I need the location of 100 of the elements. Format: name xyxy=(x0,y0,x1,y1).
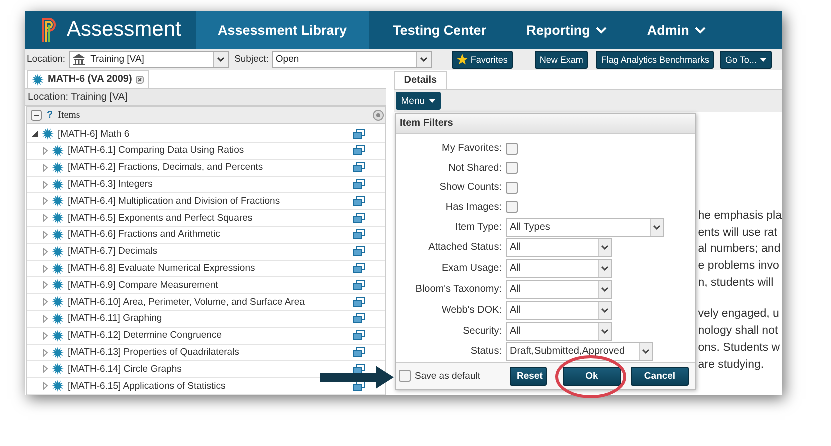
collapsed-triangle-icon[interactable] xyxy=(43,214,48,222)
collapsed-triangle-icon[interactable] xyxy=(43,281,48,290)
burst-icon xyxy=(42,128,54,140)
toolbar-button[interactable]: Go To... xyxy=(720,50,772,68)
tree-item[interactable]: [MATH-6.13] Properties of Quadrilaterals xyxy=(68,347,350,358)
toolbar-button[interactable]: Flag Analytics Benchmarks xyxy=(596,50,714,68)
field-label: Bloom's Taxonomy: xyxy=(414,284,503,296)
checkbox[interactable] xyxy=(506,201,518,213)
collapsed-triangle-icon[interactable] xyxy=(43,365,48,374)
tree-item[interactable]: [MATH-6.11] Graphing xyxy=(68,313,350,324)
tree-item[interactable]: [MATH-6] Math 6 xyxy=(58,128,350,140)
text-line: al numbers; and xyxy=(698,242,782,258)
burst-icon xyxy=(52,246,64,258)
windows-icon xyxy=(353,280,366,291)
location-label: Location: Training [VA] xyxy=(25,89,386,106)
tree-item[interactable]: [MATH-6.4] Multiplication and Division of Fractions xyxy=(68,196,350,207)
settings-icon xyxy=(373,110,384,121)
nav-tab[interactable]: Assessment Library xyxy=(196,11,370,49)
panel-tab[interactable]: Details xyxy=(394,71,448,89)
menu-button[interactable]: Menu xyxy=(396,92,442,110)
collapsed-triangle-icon[interactable] xyxy=(43,230,48,239)
tree-item[interactable]: [MATH-6.15] Applications of Statistics xyxy=(68,380,350,392)
windows-icon xyxy=(353,128,366,140)
burst-icon xyxy=(52,162,64,174)
text-line: e problems invo xyxy=(698,259,780,274)
tree-item[interactable]: [MATH-6.7] Decimals xyxy=(68,246,350,258)
windows-icon xyxy=(353,196,366,207)
dialog-title: Item Filters xyxy=(396,114,695,134)
tree-item[interactable]: [MATH-6.8] Evaluate Numerical Expressions xyxy=(68,263,350,274)
field-label: Webb's DOK: xyxy=(440,304,503,316)
dropdown-field[interactable]: All xyxy=(506,259,612,278)
tree-item[interactable]: [MATH-6.5] Exponents and Perfect Squares xyxy=(68,212,350,224)
collapsed-triangle-icon[interactable] xyxy=(43,146,48,155)
dialog-button[interactable]: Reset xyxy=(510,366,547,386)
field-label: Security: xyxy=(462,326,503,337)
collapse-icon xyxy=(31,110,42,121)
burst-icon xyxy=(32,74,44,86)
text-line: ents will use rat xyxy=(698,226,779,241)
text-line: are studying. xyxy=(698,358,766,372)
toolbar-button[interactable]: New Exam xyxy=(534,50,588,68)
tree-item[interactable]: [MATH-6.10] Area, Perimeter, Volume, and Surface Area xyxy=(68,296,350,308)
burst-icon xyxy=(52,296,64,308)
panel-tab[interactable]: MATH-6 (VA 2009) xyxy=(27,70,150,88)
checkbox[interactable] xyxy=(399,370,411,382)
nav-tab[interactable]: Reporting xyxy=(506,11,628,49)
collapsed-triangle-icon[interactable] xyxy=(43,180,48,189)
windows-icon xyxy=(353,145,366,156)
tree-item[interactable]: [MATH-6.3] Integers xyxy=(68,179,350,190)
dropdown-field[interactable]: Draft,Submitted,Approved xyxy=(506,342,653,362)
windows-icon xyxy=(353,229,366,240)
burst-icon xyxy=(52,228,64,241)
subject-select[interactable]: Open xyxy=(272,51,432,68)
caret-icon xyxy=(429,99,436,103)
collapsed-triangle-icon[interactable] xyxy=(43,164,48,172)
logo-text: Assessment xyxy=(67,18,182,42)
burst-icon xyxy=(52,178,64,191)
field-label: Status: xyxy=(470,346,503,358)
dialog-button[interactable]: Cancel xyxy=(631,366,689,386)
collapsed-triangle-icon[interactable] xyxy=(43,382,48,390)
tree-item[interactable]: [MATH-6.1] Comparing Data Using Ratios xyxy=(68,145,350,156)
burst-icon xyxy=(52,195,64,208)
collapsed-triangle-icon[interactable] xyxy=(43,248,48,256)
collapsed-triangle-icon[interactable] xyxy=(43,264,48,273)
windows-icon xyxy=(353,162,366,174)
windows-icon xyxy=(353,212,366,224)
expanded-triangle-icon[interactable] xyxy=(32,131,38,138)
collapsed-triangle-icon[interactable] xyxy=(43,314,48,323)
tree-item[interactable]: [MATH-6.6] Fractions and Arithmetic xyxy=(68,229,350,240)
collapsed-triangle-icon[interactable] xyxy=(43,332,48,340)
field-label: Location: xyxy=(27,54,66,65)
dropdown-field[interactable]: All xyxy=(506,238,612,258)
collapsed-triangle-icon[interactable] xyxy=(43,197,48,206)
collapsed-triangle-icon[interactable] xyxy=(43,298,48,306)
checkbox[interactable] xyxy=(506,162,518,174)
dropdown-field[interactable]: All xyxy=(506,322,612,341)
dropdown-field[interactable]: All xyxy=(506,280,612,300)
dropdown-field[interactable]: All xyxy=(506,300,612,320)
checkbox[interactable] xyxy=(506,142,518,154)
tree-item[interactable]: [MATH-6.14] Circle Graphs xyxy=(68,364,350,375)
tree-item[interactable]: [MATH-6.12] Determine Congruence xyxy=(68,330,350,342)
text-line: he emphasis pla xyxy=(698,209,782,224)
help-icon[interactable]: ? xyxy=(47,110,54,121)
burst-icon xyxy=(52,312,64,325)
toolbar-button[interactable]: Favorites xyxy=(452,50,513,68)
caret-icon xyxy=(760,58,767,62)
burst-icon xyxy=(52,262,64,275)
nav-tab[interactable]: Admin xyxy=(627,11,726,49)
dropdown-field[interactable]: All Types xyxy=(506,218,664,237)
tree-item[interactable]: [MATH-6.9] Compare Measurement xyxy=(68,280,350,291)
field-label: Item Type: xyxy=(454,222,503,233)
field-label: Has Images: xyxy=(444,202,503,212)
windows-icon xyxy=(353,313,366,324)
location-select[interactable]: Training [VA] xyxy=(68,51,229,68)
collapsed-triangle-icon[interactable] xyxy=(43,348,48,356)
close-icon xyxy=(136,76,144,84)
checkbox[interactable] xyxy=(506,182,518,194)
tree-item[interactable]: [MATH-6.2] Fractions, Decimals, and Percents xyxy=(68,162,350,174)
dialog-button[interactable]: Ok xyxy=(563,366,621,386)
text-line: nology shall not xyxy=(698,324,780,340)
nav-tab[interactable]: Testing Center xyxy=(373,11,507,49)
